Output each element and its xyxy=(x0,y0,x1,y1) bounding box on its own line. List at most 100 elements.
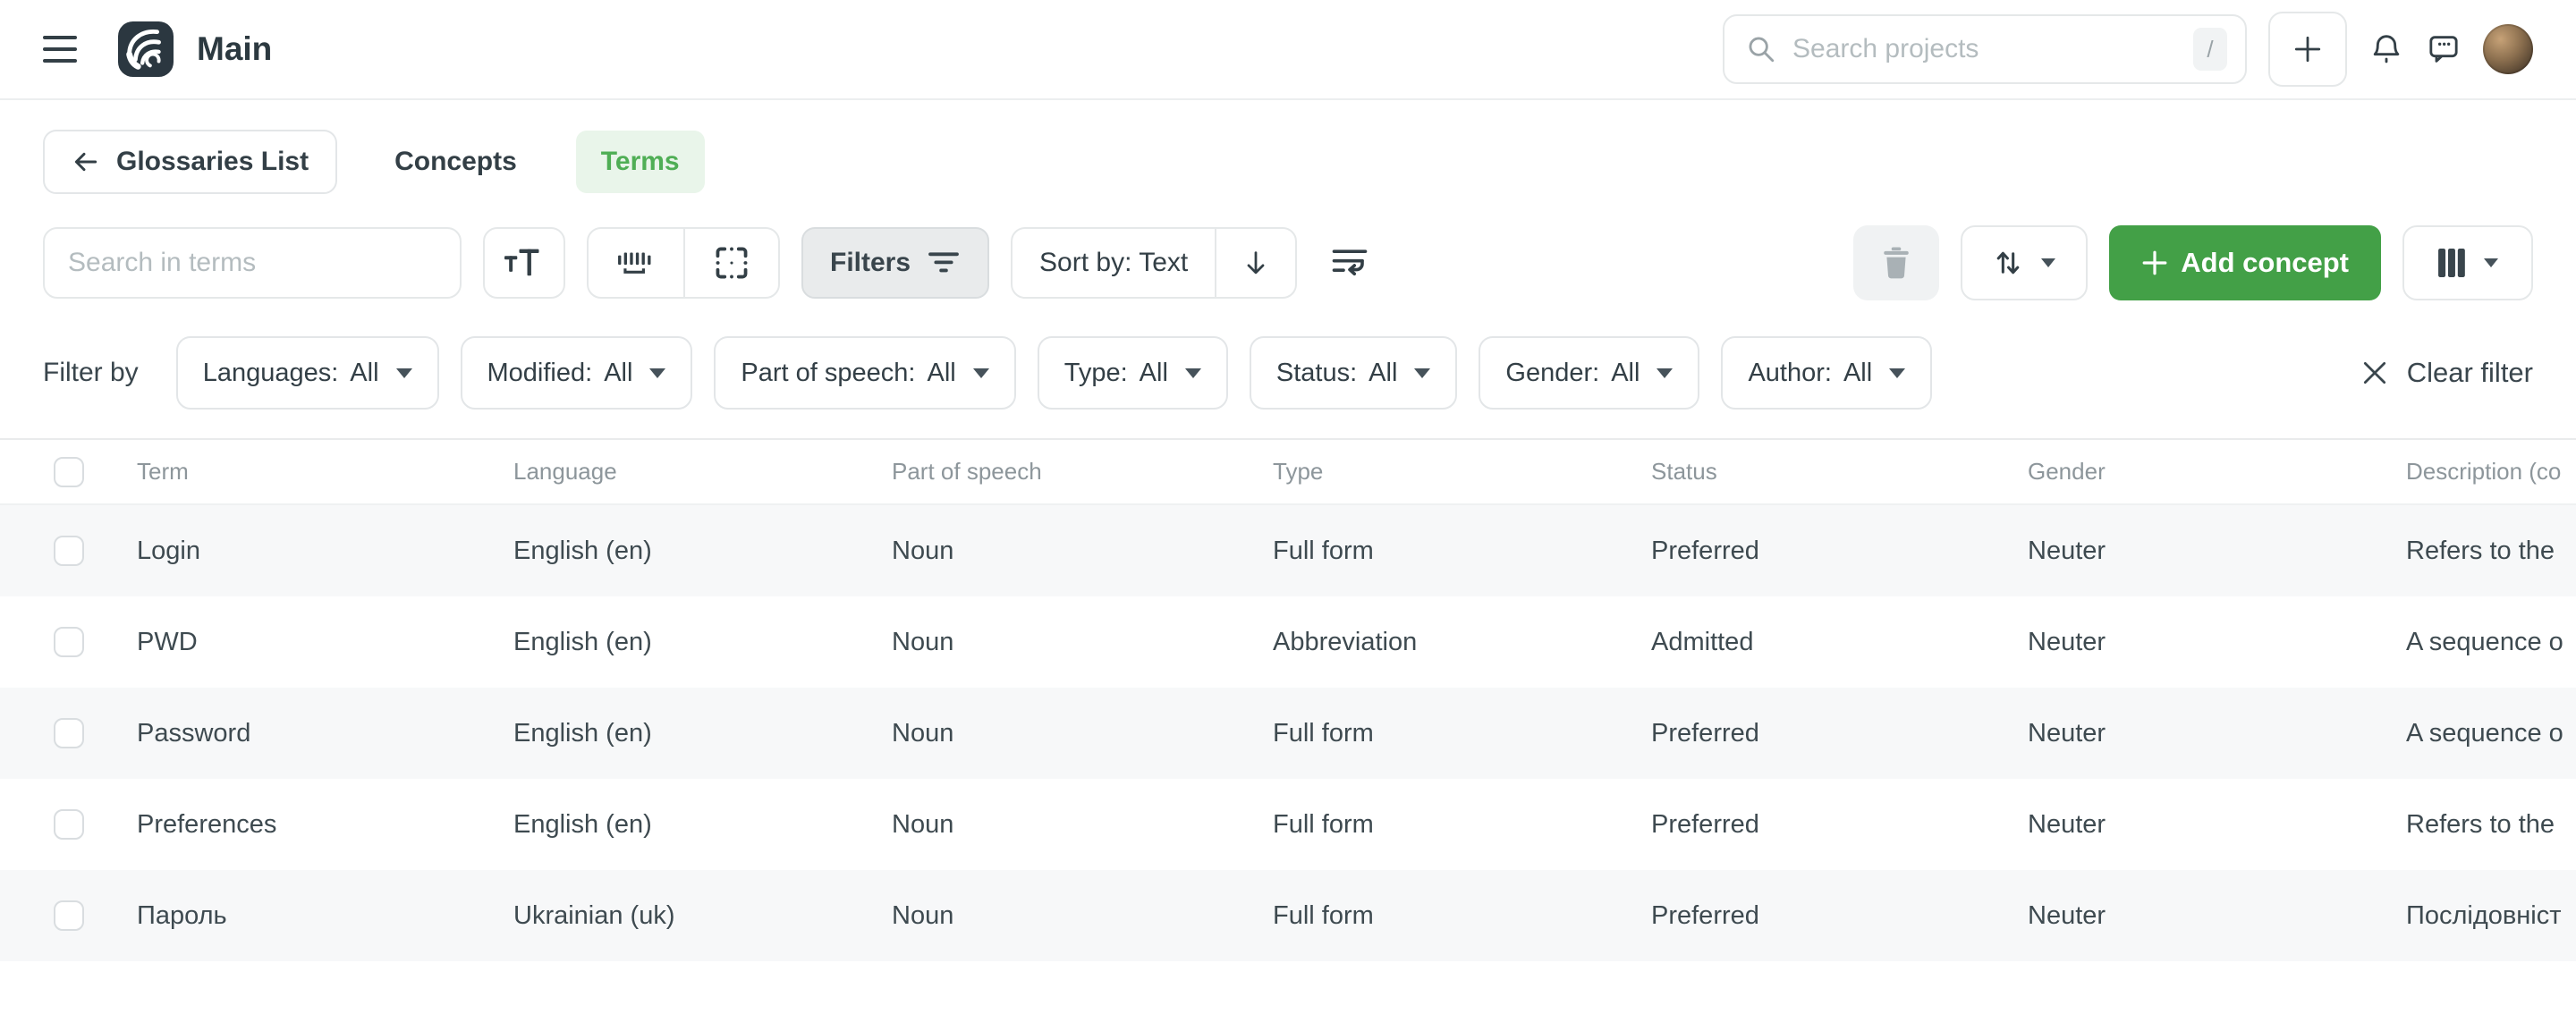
column-header-gender[interactable]: Gender xyxy=(2028,440,2406,503)
column-header-status[interactable]: Status xyxy=(1651,440,2028,503)
filter-name: Status: xyxy=(1276,359,1357,388)
filters-button[interactable]: Filters xyxy=(801,227,989,299)
cell-status: Admitted xyxy=(1651,596,2028,688)
search-projects-input[interactable] xyxy=(1792,34,2177,64)
table-header-row: Term Language Part of speech Type Status… xyxy=(0,438,2576,505)
cell-description: A sequence o xyxy=(2406,596,2576,688)
filter-gender[interactable]: Gender: All xyxy=(1479,336,1699,410)
select-all-checkbox[interactable] xyxy=(54,457,84,487)
cell-gender: Neuter xyxy=(2028,505,2406,596)
chevron-down-icon xyxy=(973,368,989,378)
column-header-description[interactable]: Description (co xyxy=(2406,440,2576,503)
back-button-label: Glossaries List xyxy=(116,147,309,177)
cell-part-of-speech: Noun xyxy=(892,779,1273,870)
match-case-icon xyxy=(504,246,544,280)
cell-description: A sequence o xyxy=(2406,688,2576,779)
cell-type: Abbreviation xyxy=(1273,596,1651,688)
create-project-button[interactable] xyxy=(2268,12,2347,87)
table-row[interactable]: Password English (en) Noun Full form Pre… xyxy=(0,688,2576,779)
match-case-button[interactable] xyxy=(483,227,565,299)
chevron-down-icon xyxy=(396,368,412,378)
filter-name: Author: xyxy=(1748,359,1832,388)
wrap-lines-button[interactable] xyxy=(1318,227,1381,299)
chevron-down-icon xyxy=(1657,368,1673,378)
filter-name: Part of speech: xyxy=(741,359,915,388)
row-checkbox[interactable] xyxy=(54,809,84,840)
filters-button-label: Filters xyxy=(830,248,911,278)
row-checkbox[interactable] xyxy=(54,536,84,566)
cell-part-of-speech: Noun xyxy=(892,870,1273,961)
column-header-part-of-speech[interactable]: Part of speech xyxy=(892,440,1273,503)
arrow-down-icon xyxy=(1241,249,1270,277)
cell-type: Full form xyxy=(1273,688,1651,779)
table-row[interactable]: Preferences English (en) Noun Full form … xyxy=(0,779,2576,870)
filter-modified[interactable]: Modified: All xyxy=(461,336,693,410)
cell-status: Preferred xyxy=(1651,779,2028,870)
columns-settings-button[interactable] xyxy=(2402,225,2533,300)
cell-gender: Neuter xyxy=(2028,870,2406,961)
cell-type: Full form xyxy=(1273,505,1651,596)
filter-bar: Filter by Languages: All Modified: All P… xyxy=(0,336,2576,410)
cell-part-of-speech: Noun xyxy=(892,688,1273,779)
tab-terms[interactable]: Terms xyxy=(576,131,705,193)
whole-word-button[interactable] xyxy=(589,229,683,297)
row-checkbox[interactable] xyxy=(54,718,84,748)
hamburger-menu-icon[interactable] xyxy=(43,36,77,63)
filter-value: All xyxy=(927,359,955,388)
filter-languages[interactable]: Languages: All xyxy=(176,336,439,410)
cell-type: Full form xyxy=(1273,870,1651,961)
filter-author[interactable]: Author: All xyxy=(1721,336,1932,410)
column-header-type[interactable]: Type xyxy=(1273,440,1651,503)
filter-status[interactable]: Status: All xyxy=(1250,336,1458,410)
import-export-button[interactable] xyxy=(1961,225,2088,300)
chevron-down-icon xyxy=(2484,258,2498,267)
shortcut-key-badge: / xyxy=(2193,28,2227,71)
search-mode-group xyxy=(587,227,780,299)
sort-by-button[interactable]: Sort by: Text xyxy=(1013,229,1215,297)
sort-direction-button[interactable] xyxy=(1215,229,1295,297)
cell-status: Preferred xyxy=(1651,870,2028,961)
cell-term: Login xyxy=(137,505,513,596)
add-concept-button[interactable]: Add concept xyxy=(2109,225,2381,300)
user-avatar[interactable] xyxy=(2483,24,2533,74)
table-row[interactable]: PWD English (en) Noun Abbreviation Admit… xyxy=(0,596,2576,688)
filter-value: All xyxy=(1140,359,1168,388)
notifications-bell-icon[interactable] xyxy=(2368,31,2404,67)
table-row[interactable]: Login English (en) Noun Full form Prefer… xyxy=(0,505,2576,596)
clear-filter-button[interactable]: Clear filter xyxy=(2360,357,2533,389)
cell-language: English (en) xyxy=(513,688,892,779)
search-projects-box[interactable]: / xyxy=(1723,14,2247,84)
table-row[interactable]: Пароль Ukrainian (uk) Noun Full form Pre… xyxy=(0,870,2576,961)
column-header-language[interactable]: Language xyxy=(513,440,892,503)
cell-term: Password xyxy=(137,688,513,779)
cell-term: Пароль xyxy=(137,870,513,961)
terms-table: Term Language Part of speech Type Status… xyxy=(0,438,2576,961)
filter-type[interactable]: Type: All xyxy=(1038,336,1228,410)
filter-name: Type: xyxy=(1064,359,1128,388)
cell-gender: Neuter xyxy=(2028,596,2406,688)
sort-split-button: Sort by: Text xyxy=(1011,227,1297,299)
crowdin-logo[interactable] xyxy=(118,21,174,77)
cell-part-of-speech: Noun xyxy=(892,505,1273,596)
back-to-glossaries-button[interactable]: Glossaries List xyxy=(43,130,337,194)
messages-chat-icon[interactable] xyxy=(2426,31,2462,67)
filter-value: All xyxy=(350,359,378,388)
filter-value: All xyxy=(1368,359,1397,388)
delete-button[interactable] xyxy=(1853,225,1939,300)
search-in-terms-input[interactable] xyxy=(43,227,462,299)
column-header-term[interactable]: Term xyxy=(137,440,513,503)
cell-gender: Neuter xyxy=(2028,688,2406,779)
exact-match-button[interactable] xyxy=(683,229,778,297)
filter-part-of-speech[interactable]: Part of speech: All xyxy=(714,336,1015,410)
search-icon xyxy=(1746,34,1776,64)
row-checkbox[interactable] xyxy=(54,900,84,931)
tab-concepts[interactable]: Concepts xyxy=(394,147,517,177)
chevron-down-icon xyxy=(1185,368,1201,378)
chevron-down-icon xyxy=(1414,368,1430,378)
cell-language: English (en) xyxy=(513,505,892,596)
terms-toolbar: Filters Sort by: Text xyxy=(0,225,2576,300)
row-checkbox[interactable] xyxy=(54,627,84,657)
plus-icon xyxy=(2141,249,2168,276)
chevron-down-icon xyxy=(649,368,665,378)
cell-description: Refers to the xyxy=(2406,505,2576,596)
